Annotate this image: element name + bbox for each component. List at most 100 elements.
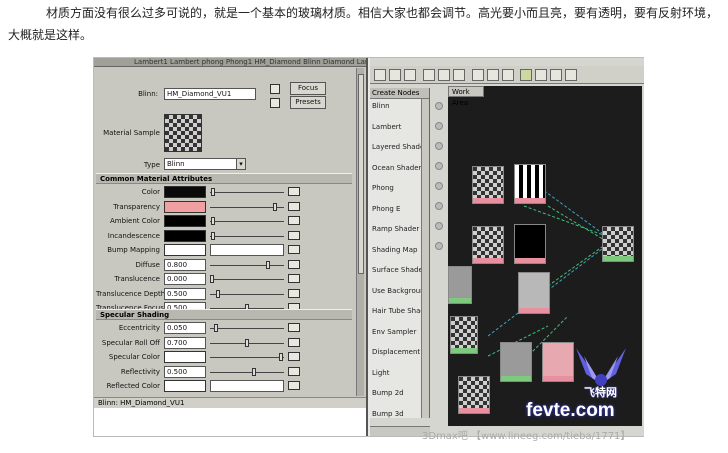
common-attr-color-swatch[interactable] bbox=[164, 215, 206, 227]
place2d-node[interactable] bbox=[500, 342, 532, 382]
map-texture-icon[interactable] bbox=[288, 274, 300, 283]
create-node-item[interactable]: Bump 3d bbox=[372, 410, 404, 418]
place2d-node[interactable] bbox=[448, 266, 472, 304]
toolbar-icon-7[interactable] bbox=[472, 69, 484, 81]
specular-attr-color-bar[interactable] bbox=[210, 380, 284, 392]
sphere-icon[interactable] bbox=[435, 102, 443, 110]
common-attr-color-swatch[interactable] bbox=[164, 200, 206, 213]
create-node-item[interactable]: Phong E bbox=[372, 205, 400, 213]
create-node-item[interactable]: Phong bbox=[372, 184, 394, 192]
attribute-editor-tabs[interactable]: Lambert1 Lambert phong Phong1 HM_Diamond… bbox=[94, 58, 366, 67]
create-node-item[interactable]: Light bbox=[372, 369, 389, 377]
texture-node[interactable] bbox=[518, 272, 550, 314]
toolbar-icon-3[interactable] bbox=[404, 69, 416, 81]
specular-attr-slider-handle[interactable] bbox=[245, 338, 249, 347]
common-attr-slider-track[interactable] bbox=[210, 264, 284, 266]
map-texture-icon[interactable] bbox=[288, 381, 300, 390]
map-texture-icon[interactable] bbox=[288, 201, 300, 211]
common-attr-slider-track[interactable] bbox=[210, 192, 284, 193]
specular-attr-slider-handle[interactable] bbox=[278, 353, 283, 361]
map-texture-icon[interactable] bbox=[288, 337, 300, 347]
specular-shading-section-header[interactable]: Specular Shading bbox=[96, 309, 352, 320]
create-node-item[interactable]: Lambert bbox=[372, 123, 401, 131]
map-texture-icon[interactable] bbox=[288, 216, 300, 225]
texture-node[interactable] bbox=[514, 164, 546, 204]
specular-attr-value-input[interactable]: 0.700 bbox=[164, 336, 206, 349]
presets-button[interactable]: Presets bbox=[290, 96, 326, 109]
toolbar-icon-10[interactable] bbox=[520, 69, 532, 81]
input-connections-icon[interactable] bbox=[270, 84, 280, 94]
common-attr-color-swatch[interactable] bbox=[164, 186, 206, 198]
toolbar-icon-2[interactable] bbox=[389, 69, 401, 81]
material-node[interactable] bbox=[472, 166, 504, 204]
common-attr-slider-track[interactable] bbox=[210, 221, 284, 222]
specular-attr-value-input[interactable]: 0.500 bbox=[164, 365, 206, 378]
map-texture-icon[interactable] bbox=[288, 366, 300, 376]
create-panel-horizontal-scrollbar[interactable] bbox=[370, 426, 430, 436]
toolbar-icon-8[interactable] bbox=[487, 69, 499, 81]
map-texture-icon[interactable] bbox=[288, 187, 300, 196]
create-node-item[interactable]: Ocean Shader bbox=[372, 164, 421, 172]
common-attr-slider-track[interactable] bbox=[210, 293, 284, 295]
create-node-item[interactable]: Displacement bbox=[372, 348, 420, 356]
toolbar-icon-12[interactable] bbox=[550, 69, 562, 81]
common-attr-slider-handle[interactable] bbox=[211, 188, 216, 196]
common-attr-value-input[interactable]: 0.000 bbox=[164, 273, 206, 285]
common-attr-slider-handle[interactable] bbox=[215, 289, 220, 298]
map-texture-icon[interactable] bbox=[288, 352, 300, 361]
create-node-item[interactable]: Bump 2d bbox=[372, 389, 404, 397]
sphere-icon[interactable] bbox=[435, 142, 443, 150]
specular-attr-slider-handle[interactable] bbox=[213, 324, 218, 332]
common-attr-color-bar[interactable] bbox=[210, 244, 284, 256]
sphere-icon[interactable] bbox=[435, 202, 443, 210]
shading-group-node[interactable] bbox=[602, 226, 634, 262]
create-node-item[interactable]: Surface Shader bbox=[372, 266, 426, 274]
common-attr-slider-handle[interactable] bbox=[273, 202, 277, 211]
common-attr-color-swatch[interactable] bbox=[164, 244, 206, 256]
map-texture-icon[interactable] bbox=[288, 323, 300, 332]
chevron-down-icon[interactable]: ▾ bbox=[236, 158, 246, 170]
material-node[interactable] bbox=[472, 226, 504, 264]
common-attr-slider-track[interactable] bbox=[210, 279, 284, 280]
toolbar-icon-4[interactable] bbox=[423, 69, 435, 81]
toolbar-icon-5[interactable] bbox=[438, 69, 450, 81]
toolbar-icon-13[interactable] bbox=[565, 69, 577, 81]
specular-attr-slider-track[interactable] bbox=[210, 357, 284, 358]
specular-attr-color-swatch[interactable] bbox=[164, 380, 206, 392]
specular-attr-value-input[interactable]: 0.050 bbox=[164, 322, 206, 334]
specular-attr-slider-handle[interactable] bbox=[252, 367, 256, 376]
specular-attr-slider-track[interactable] bbox=[210, 371, 284, 373]
output-connections-icon[interactable] bbox=[270, 98, 280, 108]
common-attr-slider-handle[interactable] bbox=[211, 217, 216, 225]
material-node[interactable] bbox=[458, 376, 490, 414]
sphere-icon[interactable] bbox=[435, 222, 443, 230]
sphere-icon[interactable] bbox=[435, 122, 443, 130]
common-attr-slider-handle[interactable] bbox=[266, 260, 270, 269]
toolbar-icon-6[interactable] bbox=[453, 69, 465, 81]
common-attr-slider-handle[interactable] bbox=[211, 231, 216, 240]
type-dropdown[interactable]: Blinn bbox=[164, 158, 244, 170]
common-attr-slider-handle[interactable] bbox=[210, 275, 214, 283]
focus-button[interactable]: Focus bbox=[290, 82, 326, 95]
specular-attr-slider-track[interactable] bbox=[210, 328, 284, 329]
toolbar-icon-1[interactable] bbox=[374, 69, 386, 81]
create-node-item[interactable]: Layered Shader bbox=[372, 143, 427, 151]
texture-node[interactable] bbox=[514, 224, 546, 264]
material-name-input[interactable]: HM_Diamond_VU1 bbox=[164, 88, 256, 100]
specular-attr-color-swatch[interactable] bbox=[164, 351, 206, 363]
common-material-section-header[interactable]: Common Material Attributes bbox=[96, 173, 352, 184]
common-attr-color-swatch[interactable] bbox=[164, 229, 206, 242]
map-texture-icon[interactable] bbox=[288, 230, 300, 240]
create-nodes-scrollbar[interactable] bbox=[421, 99, 429, 418]
scrollbar-thumb[interactable] bbox=[358, 74, 364, 274]
create-node-item[interactable]: Shading Map bbox=[372, 246, 417, 254]
sphere-icon[interactable] bbox=[435, 242, 443, 250]
create-node-item[interactable]: Env Sampler bbox=[372, 328, 416, 336]
create-node-item[interactable]: Ramp Shader bbox=[372, 225, 419, 233]
sphere-icon[interactable] bbox=[435, 182, 443, 190]
material-node[interactable] bbox=[450, 316, 478, 354]
sphere-icon[interactable] bbox=[435, 162, 443, 170]
attribute-editor-scrollbar[interactable] bbox=[356, 68, 364, 396]
common-attr-slider-track[interactable] bbox=[210, 235, 284, 237]
common-attr-value-input[interactable]: 0.500 bbox=[164, 287, 206, 300]
